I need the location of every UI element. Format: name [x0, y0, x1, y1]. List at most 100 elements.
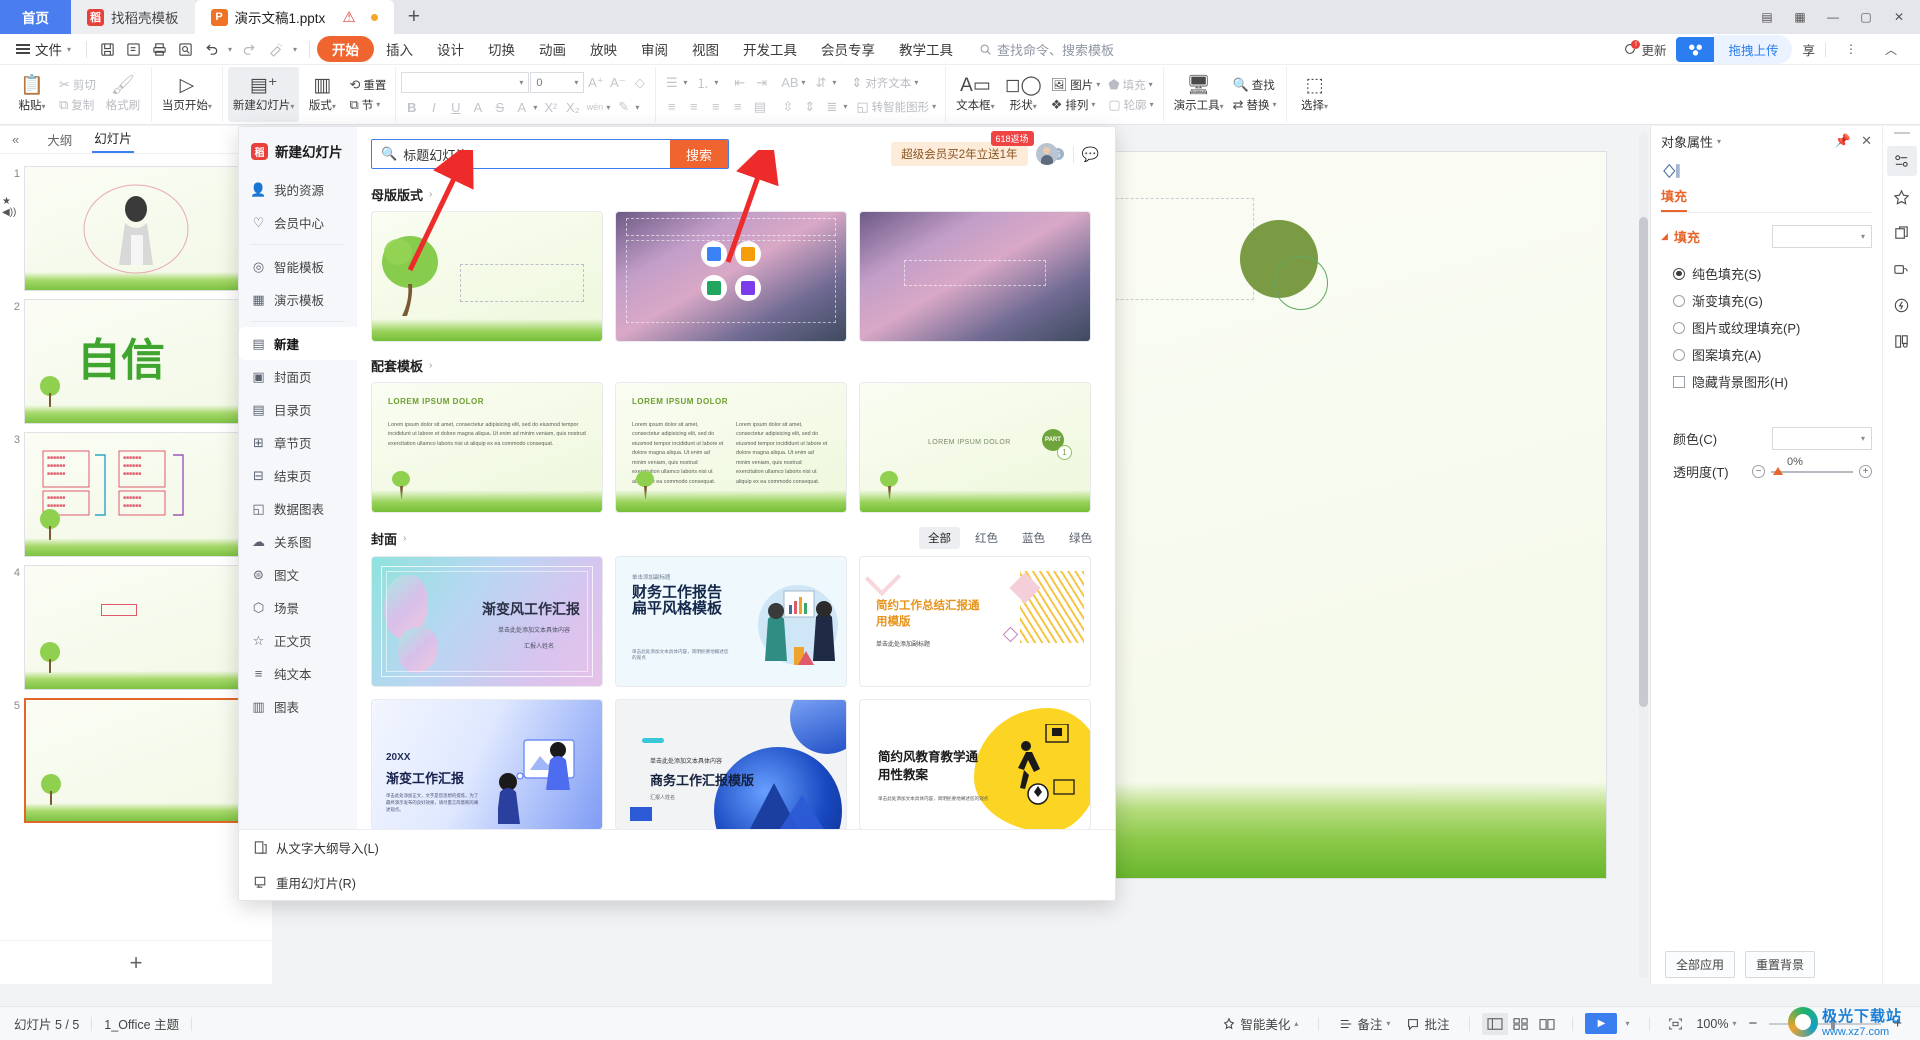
- replace-button[interactable]: ⇄ 替换 ▾: [1229, 96, 1281, 114]
- nav-member-center[interactable]: ♡ 会员中心: [239, 206, 357, 239]
- ribbon-tab-insert[interactable]: 插入: [374, 36, 425, 62]
- collapse-ribbon-icon[interactable]: ︿: [1876, 36, 1906, 62]
- layout-button[interactable]: ▥ 版式▾: [299, 67, 345, 122]
- chevron-down-icon[interactable]: ▾: [1717, 137, 1721, 146]
- section-header-matching-templates[interactable]: 配套模板 ›: [371, 356, 1101, 375]
- slide-preview[interactable]: [24, 166, 246, 291]
- template-card[interactable]: 渐变风工作汇报 单击此处添加文本具体内容 汇报人姓名: [371, 556, 603, 687]
- section-header-cover[interactable]: 封面 › 全部 红色 蓝色 绿色: [371, 527, 1101, 549]
- play-from-current-button[interactable]: ▷ 当页开始▾: [157, 67, 217, 122]
- apply-all-button[interactable]: 全部应用: [1665, 950, 1736, 978]
- template-card[interactable]: [371, 211, 603, 342]
- tab-home[interactable]: 首页: [0, 0, 71, 34]
- filter-green[interactable]: 绿色: [1060, 527, 1101, 549]
- print-icon[interactable]: [146, 37, 172, 61]
- italic-icon[interactable]: I: [423, 97, 444, 117]
- zoom-out-button[interactable]: −: [1744, 1015, 1761, 1032]
- design-ideas-icon[interactable]: [1887, 182, 1917, 212]
- template-card[interactable]: 简约风教育教学通用性教案 单击此处添加文本具体内容，简明扼要地阐述您的观点: [859, 699, 1091, 829]
- nav-body-page[interactable]: ☆ 正文页: [239, 624, 357, 657]
- insert-picture-icon[interactable]: [701, 241, 727, 268]
- align-center-icon[interactable]: ≡: [683, 97, 704, 117]
- ribbon-tab-developer[interactable]: 开发工具: [731, 36, 809, 62]
- nav-chapter-page[interactable]: ⊞ 章节页: [239, 426, 357, 459]
- canvas-vertical-scrollbar[interactable]: [1639, 132, 1648, 978]
- present-tools-button[interactable]: 🖥 演示工具▾: [1169, 67, 1229, 122]
- chevron-up-icon[interactable]: ▴: [1294, 1019, 1298, 1028]
- subscript-icon[interactable]: X₂: [562, 97, 583, 117]
- align-left-icon[interactable]: ≡: [661, 97, 682, 117]
- bullets-icon[interactable]: ☰: [661, 73, 682, 93]
- template-search-input[interactable]: [403, 140, 670, 168]
- user-avatar[interactable]: [1035, 143, 1058, 165]
- nav-data-chart[interactable]: ◱ 数据图表: [239, 492, 357, 525]
- template-card[interactable]: LOREM IPSUM DOLOR PART 1: [859, 382, 1091, 513]
- save-as-icon[interactable]: [120, 37, 146, 61]
- clear-formatting-icon[interactable]: ◇: [629, 73, 650, 93]
- superscript-icon[interactable]: X²: [540, 97, 561, 117]
- comment-icon[interactable]: 💬: [1072, 145, 1099, 163]
- redo-icon[interactable]: [236, 37, 262, 61]
- filter-red[interactable]: 红色: [966, 527, 1007, 549]
- font-size-select[interactable]: 0 ▾: [530, 72, 585, 93]
- properties-icon[interactable]: [1886, 146, 1917, 176]
- strikethrough-icon[interactable]: S: [489, 97, 510, 117]
- nav-relation-diagram[interactable]: ☁ 关系图: [239, 525, 357, 558]
- reading-view-icon[interactable]: [1534, 1013, 1560, 1035]
- nav-end-page[interactable]: ⊟ 结束页: [239, 459, 357, 492]
- nav-new[interactable]: ▤ 新建: [239, 327, 357, 360]
- import-from-outline-button[interactable]: 从文字大纲导入(L): [239, 830, 1115, 865]
- customize-toolbar-icon[interactable]: ▾: [288, 37, 302, 61]
- copy-button[interactable]: ⧉ 复制: [55, 96, 100, 114]
- ribbon-tab-teaching[interactable]: 教学工具: [887, 36, 965, 62]
- section-header-master-layouts[interactable]: 母版版式 ›: [371, 185, 1101, 204]
- fill-button[interactable]: ⬟ 填充 ▾: [1104, 76, 1157, 94]
- ribbon-tab-slideshow[interactable]: 放映: [578, 36, 629, 62]
- paragraph-spacing-icon[interactable]: ⇕: [799, 97, 820, 117]
- reset-button[interactable]: ⟲ 重置: [345, 76, 390, 94]
- search-button[interactable]: 搜索: [669, 140, 728, 168]
- close-button[interactable]: ✕: [1884, 4, 1914, 30]
- ribbon-tab-member[interactable]: 会员专享: [809, 36, 887, 62]
- template-card[interactable]: LOREM IPSUM DOLOR Lorem ipsum dolor sit …: [371, 382, 603, 513]
- picture-button[interactable]: 🖼 图片 ▾: [1047, 76, 1105, 94]
- smart-icon[interactable]: [1887, 290, 1917, 320]
- thumbnail-slide-1[interactable]: 1 ★ ◀)): [0, 162, 272, 295]
- new-slide-button[interactable]: ▤⁺ 新建幻灯片▾: [227, 67, 300, 122]
- ribbon-tab-transition[interactable]: 切换: [476, 36, 527, 62]
- comments-button[interactable]: 批注: [1398, 1014, 1457, 1033]
- theme-label[interactable]: 1_Office 主题: [104, 1014, 179, 1033]
- rail-handle[interactable]: [1893, 132, 1910, 134]
- thumbnail-slide-5[interactable]: 5: [0, 694, 272, 827]
- outline-button[interactable]: ▢ 轮廓 ▾: [1104, 96, 1157, 114]
- add-slide-button[interactable]: +: [0, 940, 272, 984]
- slider-knob[interactable]: [1773, 466, 1783, 475]
- pinyin-guide-icon[interactable]: wén: [584, 97, 605, 117]
- nav-chart[interactable]: ▥ 图表: [239, 690, 357, 723]
- find-button[interactable]: 🔍 查找: [1229, 76, 1281, 94]
- radio-gradient-fill[interactable]: 渐变填充(G): [1651, 287, 1882, 314]
- thumbnail-slide-3[interactable]: 3 ■■■■■■ ■■■■■■ ■■■■■■ ■■■■■■ ■■■■■■ ■■■…: [0, 428, 272, 561]
- chevron-right-icon[interactable]: ›: [429, 189, 432, 200]
- thumbnail-slide-2[interactable]: 2 自信: [0, 295, 272, 428]
- increase-indent-icon[interactable]: ⇥: [751, 73, 772, 93]
- update-button[interactable]: ! 更新: [1623, 39, 1666, 59]
- slide-preview[interactable]: 自信: [24, 299, 246, 424]
- tab-presentation-file[interactable]: P 演示文稿1.pptx ⚠: [194, 0, 394, 34]
- color-select[interactable]: ▾: [1772, 427, 1872, 450]
- text-shadow-icon[interactable]: A: [467, 97, 488, 117]
- template-card[interactable]: 单击添加副标题 财务工作报告扁平风格模板 单击此处添加文本具体内容，简明扼要地概…: [615, 556, 847, 687]
- highlight-color-icon[interactable]: ✎: [613, 97, 634, 117]
- convert-smartart-button[interactable]: ◱ 转智能图形 ▾: [852, 98, 940, 116]
- save-icon[interactable]: [94, 37, 120, 61]
- slide-preview[interactable]: [24, 698, 246, 823]
- format-clear-icon[interactable]: [262, 37, 288, 61]
- paste-button[interactable]: 📋 粘贴▾: [9, 67, 55, 122]
- tab-slides[interactable]: 幻灯片: [92, 126, 134, 153]
- align-text-button[interactable]: ⇕ 对齐文本 ▾: [847, 74, 922, 92]
- filter-all[interactable]: 全部: [919, 527, 960, 549]
- template-card[interactable]: [859, 211, 1091, 342]
- duplicate-icon[interactable]: [1887, 218, 1917, 248]
- drag-upload-label[interactable]: 拖拽上传: [1714, 34, 1793, 64]
- undo-icon[interactable]: [198, 37, 224, 61]
